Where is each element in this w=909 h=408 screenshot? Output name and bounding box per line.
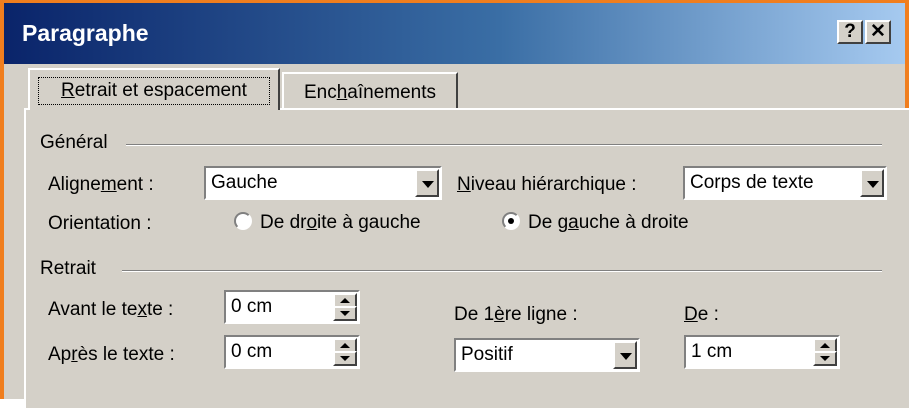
arrow-up-icon bbox=[340, 298, 350, 303]
alignment-value: Gauche bbox=[211, 172, 278, 193]
general-group-line bbox=[126, 144, 882, 146]
tab-indents-spacing[interactable]: Retrait et espacement bbox=[28, 68, 280, 110]
by-label: De : bbox=[684, 304, 719, 325]
indent-after-value: 0 cm bbox=[231, 341, 273, 362]
chevron-down-icon bbox=[620, 353, 632, 360]
indent-after-spinner[interactable]: 0 cm bbox=[224, 335, 360, 369]
first-line-dropdown-button[interactable] bbox=[613, 341, 637, 369]
alignment-label: Alignement : bbox=[48, 174, 154, 195]
tab-panel: Général Alignement : Gauche Niveau hiéra… bbox=[24, 108, 909, 408]
alignment-select[interactable]: Gauche bbox=[204, 166, 442, 200]
arrow-up-icon bbox=[820, 343, 830, 348]
first-line-value: Positif bbox=[461, 344, 513, 365]
indent-group-title: Retrait bbox=[40, 258, 102, 280]
by-decrement[interactable] bbox=[813, 351, 837, 366]
chevron-down-icon bbox=[422, 181, 434, 188]
radio-left-to-right-label[interactable]: De gauche à droite bbox=[528, 212, 689, 234]
radio-selected-dot bbox=[508, 218, 514, 224]
first-line-label: De 1ère ligne : bbox=[454, 304, 578, 325]
outline-level-select[interactable]: Corps de texte bbox=[683, 166, 887, 200]
radio-left-to-right[interactable] bbox=[502, 212, 520, 230]
radio-right-to-left-label[interactable]: De droite à gauche bbox=[260, 212, 421, 234]
window-title: Paragraphe bbox=[22, 20, 149, 46]
chevron-down-icon bbox=[867, 181, 879, 188]
alignment-dropdown-button[interactable] bbox=[415, 169, 439, 197]
arrow-down-icon bbox=[820, 356, 830, 361]
indent-before-label: Avant le texte : bbox=[48, 299, 174, 320]
indent-before-value: 0 cm bbox=[231, 296, 273, 317]
outline-level-label: Niveau hiérarchique : bbox=[457, 174, 637, 195]
arrow-down-icon bbox=[340, 356, 350, 361]
help-icon: ? bbox=[844, 21, 856, 42]
outline-level-dropdown-button[interactable] bbox=[860, 169, 884, 197]
first-line-select[interactable]: Positif bbox=[454, 338, 640, 372]
close-icon: ✕ bbox=[870, 21, 886, 42]
general-group-title: Général bbox=[40, 132, 114, 154]
outline-level-value: Corps de texte bbox=[690, 172, 814, 193]
help-button[interactable]: ? bbox=[837, 20, 863, 44]
by-spinner[interactable]: 1 cm bbox=[684, 335, 840, 369]
indent-after-label: Après le texte : bbox=[48, 344, 175, 365]
radio-right-to-left[interactable] bbox=[234, 212, 252, 230]
tab-line-page-breaks[interactable]: Enchaînements bbox=[282, 72, 458, 110]
indent-before-spinner[interactable]: 0 cm bbox=[224, 290, 360, 324]
arrow-up-icon bbox=[340, 343, 350, 348]
orientation-label: Orientation : bbox=[48, 213, 152, 234]
indent-before-decrement[interactable] bbox=[333, 306, 357, 321]
indent-group-line bbox=[122, 270, 882, 272]
arrow-down-icon bbox=[340, 311, 350, 316]
title-bar[interactable]: Paragraphe ? ✕ bbox=[4, 3, 905, 64]
indent-after-decrement[interactable] bbox=[333, 351, 357, 366]
close-button[interactable]: ✕ bbox=[865, 20, 891, 44]
by-value: 1 cm bbox=[691, 341, 733, 362]
